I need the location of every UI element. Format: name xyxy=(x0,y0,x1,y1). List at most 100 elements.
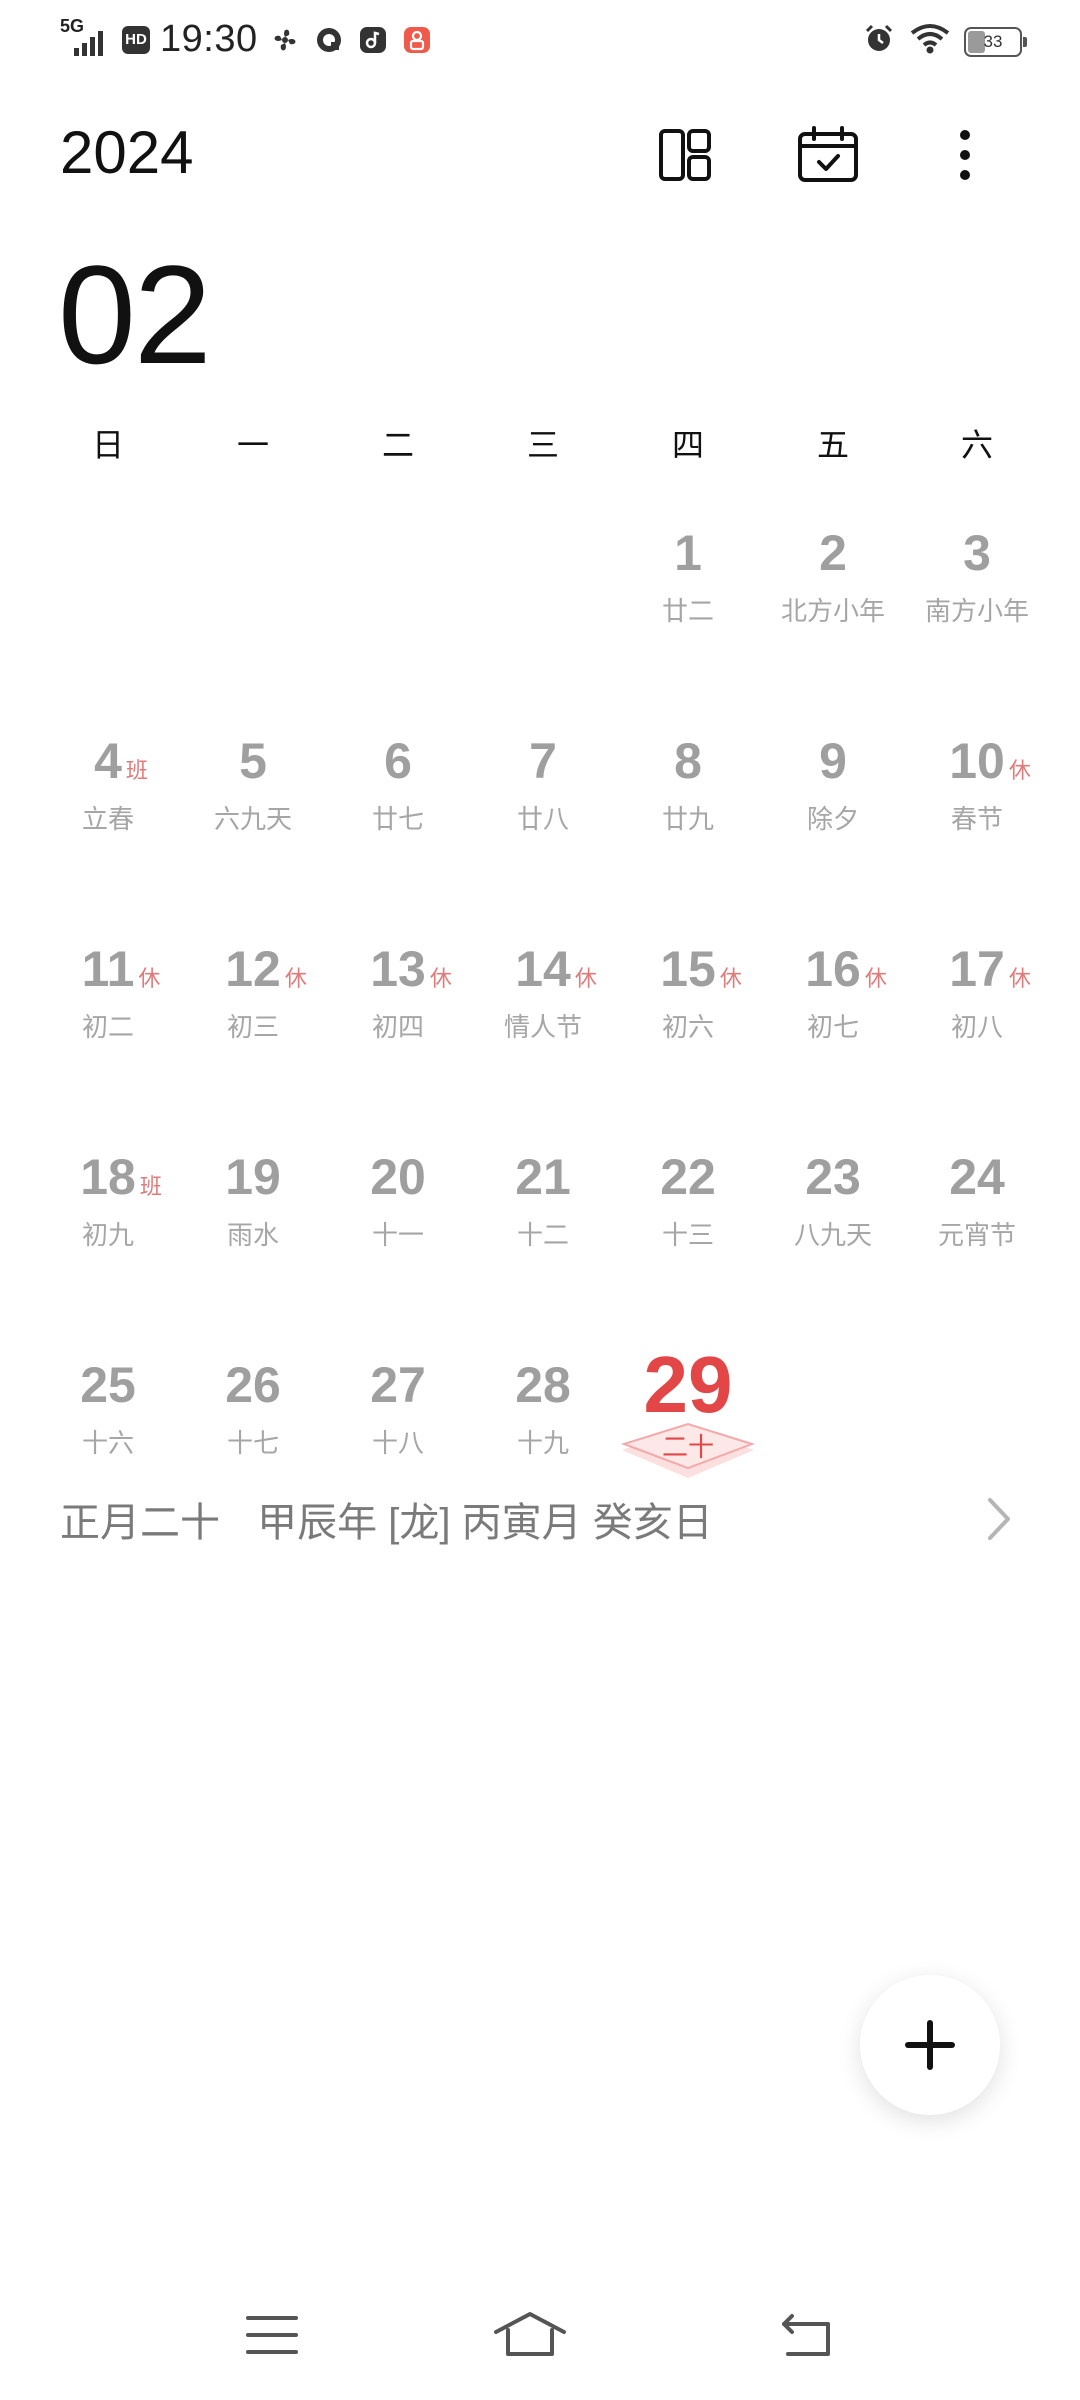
day-cell[interactable]: 23 八九天 xyxy=(763,1149,903,1252)
holiday-tag: 休 xyxy=(284,966,307,991)
day-cell-today[interactable]: 29 二十 xyxy=(618,1345,758,1478)
back-icon xyxy=(782,2314,830,2356)
status-bar: 5G HD 19:30 33 xyxy=(0,0,1080,80)
lunar-label: 初三 xyxy=(226,1012,279,1042)
day-number: 3 xyxy=(963,525,991,581)
day-cell[interactable]: 25 十六 xyxy=(38,1357,178,1460)
day-cell[interactable]: 9 除夕 xyxy=(763,733,903,836)
day-number: 2 xyxy=(819,525,847,581)
lunar-label: 北方小年 xyxy=(780,596,885,626)
lunar-label: 初二 xyxy=(81,1012,134,1042)
day-number: 5 xyxy=(239,733,267,789)
day-cell[interactable]: 27 十八 xyxy=(328,1357,468,1460)
day-cell[interactable]: 12 休初三 xyxy=(183,941,323,1044)
day-cell[interactable]: 28 十九 xyxy=(473,1357,613,1460)
holiday-tag: 休 xyxy=(574,966,597,991)
day-number: 12 休 xyxy=(225,941,307,997)
day-number: 26 xyxy=(225,1357,281,1413)
today-button[interactable] xyxy=(793,120,863,190)
lunar-label: 初六 xyxy=(661,1012,714,1042)
add-event-button[interactable] xyxy=(860,1975,1000,2115)
battery-percent: 33 xyxy=(983,31,1003,51)
fan-app-icon xyxy=(268,23,302,57)
day-cell[interactable]: 13 休初四 xyxy=(328,941,468,1044)
holiday-tag: 休 xyxy=(719,966,742,991)
recent-apps-button[interactable] xyxy=(232,2300,312,2370)
lunar-label: 十二 xyxy=(516,1220,569,1250)
lunar-label: 二十 xyxy=(661,1432,714,1462)
lunar-date: 正月二十 xyxy=(60,1501,220,1545)
day-number: 28 xyxy=(515,1357,571,1413)
day-cell[interactable]: 1 廿二 xyxy=(618,525,758,628)
selected-day-info[interactable]: 正月二十 甲辰年 [龙] 丙寅月 癸亥日 xyxy=(60,1490,739,1548)
day-cell[interactable]: 2 北方小年 xyxy=(763,525,903,628)
day-cell[interactable]: 6 廿七 xyxy=(328,733,468,836)
day-cell[interactable]: 11 休初二 xyxy=(38,941,178,1044)
day-cell[interactable]: 18 班初九 xyxy=(38,1149,178,1252)
day-cell[interactable]: 5 六九天 xyxy=(183,733,323,836)
day-number: 6 xyxy=(384,733,412,789)
day-number-text: 2 xyxy=(819,525,847,581)
day-number-text: 21 xyxy=(515,1149,571,1205)
day-number: 29 xyxy=(644,1345,733,1425)
day-cell[interactable]: 20 十一 xyxy=(328,1149,468,1252)
day-number-text: 27 xyxy=(370,1357,426,1413)
detail-button[interactable] xyxy=(978,1494,1018,1544)
day-cell[interactable]: 19 雨水 xyxy=(183,1149,323,1252)
weekday-label: 一 xyxy=(236,427,269,463)
day-cell[interactable]: 24 元宵节 xyxy=(907,1149,1047,1252)
day-cell[interactable]: 14 休情人节 xyxy=(473,941,613,1044)
day-number: 17 休 xyxy=(949,941,1031,997)
day-cell[interactable]: 17 休初八 xyxy=(907,941,1047,1044)
day-number: 13 休 xyxy=(370,941,452,997)
back-button[interactable] xyxy=(768,2300,848,2370)
day-number-text: 10 xyxy=(949,733,1005,789)
day-number: 4班 xyxy=(94,733,148,789)
more-options-button[interactable] xyxy=(930,120,1000,190)
menu-icon xyxy=(246,2316,298,2354)
day-number-text: 6 xyxy=(384,733,412,789)
day-number: 7 xyxy=(529,733,557,789)
status-bar-left: 5G HD 19:30 xyxy=(60,16,434,61)
day-number-text: 17 xyxy=(949,941,1005,997)
day-cell[interactable]: 4 班立春 xyxy=(38,733,178,836)
lunar-label: 南方小年 xyxy=(924,596,1029,626)
lunar-label: 十九 xyxy=(516,1428,569,1458)
day-number: 20 xyxy=(370,1149,426,1205)
day-number: 11 休 xyxy=(82,941,161,997)
day-cell[interactable]: 3 南方小年 xyxy=(907,525,1047,628)
day-cell[interactable]: 15 休初六 xyxy=(618,941,758,1044)
day-number: 19 xyxy=(225,1149,281,1205)
day-cell[interactable]: 22 十三 xyxy=(618,1149,758,1252)
browser-app-icon xyxy=(312,23,346,57)
day-number: 21 xyxy=(515,1149,571,1205)
day-number-text: 8 xyxy=(674,733,702,789)
year-title[interactable]: 2024 xyxy=(60,118,193,187)
day-number: 24 xyxy=(949,1149,1005,1205)
day-cell[interactable]: 16 休初七 xyxy=(763,941,903,1044)
day-number-text: 7 xyxy=(529,733,557,789)
lunar-label: 廿二 xyxy=(661,596,714,626)
lunar-label: 十三 xyxy=(661,1220,714,1250)
day-number: 23 xyxy=(805,1149,861,1205)
holiday-tag: 休 xyxy=(138,966,161,991)
day-number: 9 xyxy=(819,733,847,789)
lunar-label: 立春 xyxy=(81,804,134,834)
workday-tag: 班 xyxy=(139,1174,162,1199)
day-cell[interactable]: 26 十七 xyxy=(183,1357,323,1460)
day-cell[interactable]: 8 廿九 xyxy=(618,733,758,836)
day-number-text: 12 xyxy=(225,941,281,997)
lunar-label: 初四 xyxy=(371,1012,424,1042)
home-button[interactable] xyxy=(490,2300,570,2370)
day-cell[interactable]: 21 十二 xyxy=(473,1149,613,1252)
lunar-label: 十一 xyxy=(371,1220,424,1250)
lunar-label: 十七 xyxy=(226,1428,279,1458)
weekday-label: 日 xyxy=(91,427,124,463)
weekday-label: 五 xyxy=(816,427,849,463)
layout-button[interactable] xyxy=(650,120,720,190)
day-cell[interactable]: 10 休春节 xyxy=(907,733,1047,836)
lunar-label: 情人节 xyxy=(503,1012,582,1042)
day-cell[interactable]: 7 廿八 xyxy=(473,733,613,836)
lunar-label: 十八 xyxy=(371,1428,424,1458)
holiday-tag: 休 xyxy=(1008,758,1031,783)
